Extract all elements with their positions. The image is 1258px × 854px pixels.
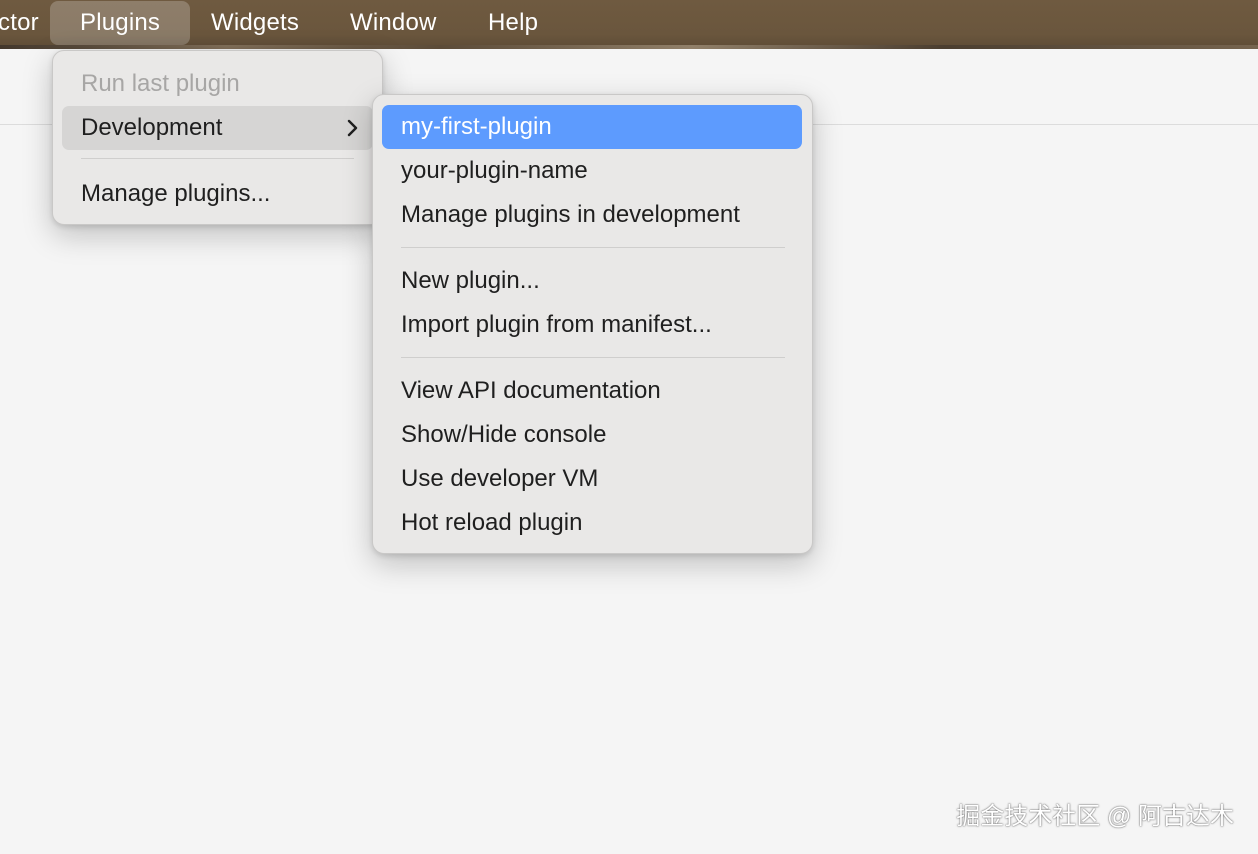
menu-item-import-plugin-from-manifest[interactable]: Import plugin from manifest... — [382, 303, 802, 347]
chevron-right-icon — [347, 119, 358, 137]
menu-item-label: Use developer VM — [401, 465, 599, 492]
menu-item-show-hide-console[interactable]: Show/Hide console — [382, 413, 802, 457]
menu-item-label: Manage plugins in development — [401, 201, 740, 228]
menu-bar: ctor Plugins Widgets Window Help — [0, 0, 1258, 49]
menu-bar-item-plugins[interactable]: Plugins — [50, 1, 191, 45]
menu-item-run-last-plugin: Run last plugin — [62, 62, 373, 106]
menu-item-label: my-first-plugin — [401, 113, 552, 140]
menu-bar-item-window[interactable]: Window — [350, 0, 437, 46]
menu-item-hot-reload-plugin[interactable]: Hot reload plugin — [382, 501, 802, 545]
menu-item-label: Manage plugins... — [81, 180, 271, 207]
menu-item-label: New plugin... — [401, 267, 540, 294]
menu-item-view-api-documentation[interactable]: View API documentation — [382, 369, 802, 413]
menu-item-label: Hot reload plugin — [401, 509, 583, 536]
plugins-menu: Run last plugin Development Manage plugi… — [52, 50, 383, 225]
menu-bar-item-connector[interactable]: ctor — [0, 0, 39, 46]
watermark-text: 掘金技术社区 @ 阿古达木 — [956, 803, 1234, 830]
menu-bar-item-help[interactable]: Help — [488, 0, 538, 46]
menu-item-use-developer-vm[interactable]: Use developer VM — [382, 457, 802, 501]
menu-item-manage-plugins[interactable]: Manage plugins... — [62, 172, 373, 216]
menu-item-label: Show/Hide console — [401, 421, 607, 448]
menu-separator — [401, 247, 785, 248]
menu-item-label: your-plugin-name — [401, 157, 588, 184]
menu-separator — [81, 158, 354, 159]
menu-item-label: Development — [81, 114, 223, 141]
menu-item-new-plugin[interactable]: New plugin... — [382, 259, 802, 303]
menu-item-label: Import plugin from manifest... — [401, 311, 712, 338]
menu-item-label: Run last plugin — [81, 70, 240, 97]
menu-item-manage-plugins-in-development[interactable]: Manage plugins in development — [382, 193, 802, 237]
menu-item-label: View API documentation — [401, 377, 661, 404]
menu-bar-item-widgets[interactable]: Widgets — [211, 0, 299, 46]
menu-separator — [401, 357, 785, 358]
menu-item-my-first-plugin[interactable]: my-first-plugin — [382, 105, 802, 149]
menu-item-your-plugin-name[interactable]: your-plugin-name — [382, 149, 802, 193]
development-submenu: my-first-plugin your-plugin-name Manage … — [372, 94, 813, 554]
menu-item-development[interactable]: Development — [62, 106, 373, 150]
